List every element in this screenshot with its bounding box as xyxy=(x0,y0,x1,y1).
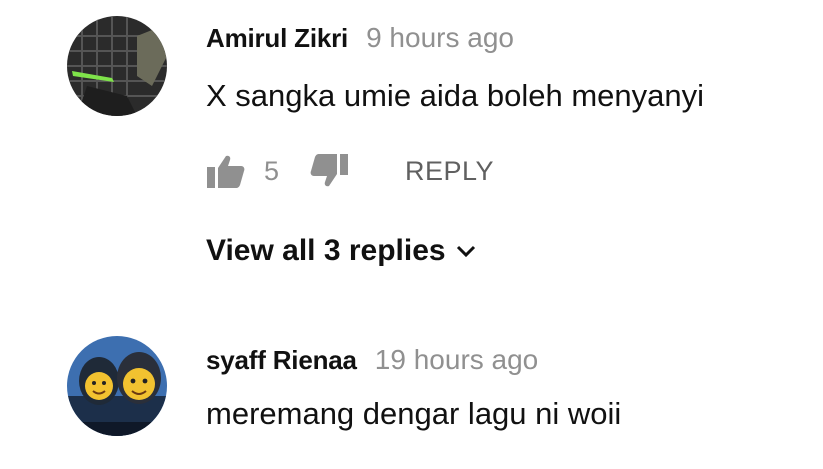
avatar-image xyxy=(67,16,167,116)
comment-header: syaff Rienaa 19 hours ago xyxy=(206,340,538,380)
comment-actions: 5 REPLY xyxy=(206,150,494,192)
comment-thread: Amirul Zikri 9 hours ago X sangka umie a… xyxy=(0,0,823,300)
avatar-image xyxy=(67,336,167,436)
timestamp[interactable]: 19 hours ago xyxy=(375,344,538,376)
comment-text: meremang dengar lagu ni woii xyxy=(206,396,622,431)
comment-text: X sangka umie aida boleh menyanyi xyxy=(206,78,705,113)
avatar[interactable] xyxy=(67,16,167,116)
author-name[interactable]: Amirul Zikri xyxy=(206,23,348,54)
author-name[interactable]: syaff Rienaa xyxy=(206,345,357,376)
view-replies-label: View all 3 replies xyxy=(206,234,446,267)
like-count: 5 xyxy=(264,155,280,186)
thumb-up-icon xyxy=(207,155,245,188)
comment-header: Amirul Zikri 9 hours ago xyxy=(206,18,514,58)
chevron-down-icon xyxy=(456,244,476,258)
comment-thread: syaff Rienaa 19 hours ago meremang denga… xyxy=(0,320,823,469)
reply-button[interactable]: REPLY xyxy=(405,156,494,187)
thumb-down-icon xyxy=(310,154,349,187)
avatar[interactable] xyxy=(67,336,167,436)
like-button[interactable] xyxy=(206,151,246,191)
view-replies-button[interactable]: View all 3 replies xyxy=(206,230,476,272)
dislike-button[interactable] xyxy=(309,151,349,191)
timestamp[interactable]: 9 hours ago xyxy=(366,22,514,54)
